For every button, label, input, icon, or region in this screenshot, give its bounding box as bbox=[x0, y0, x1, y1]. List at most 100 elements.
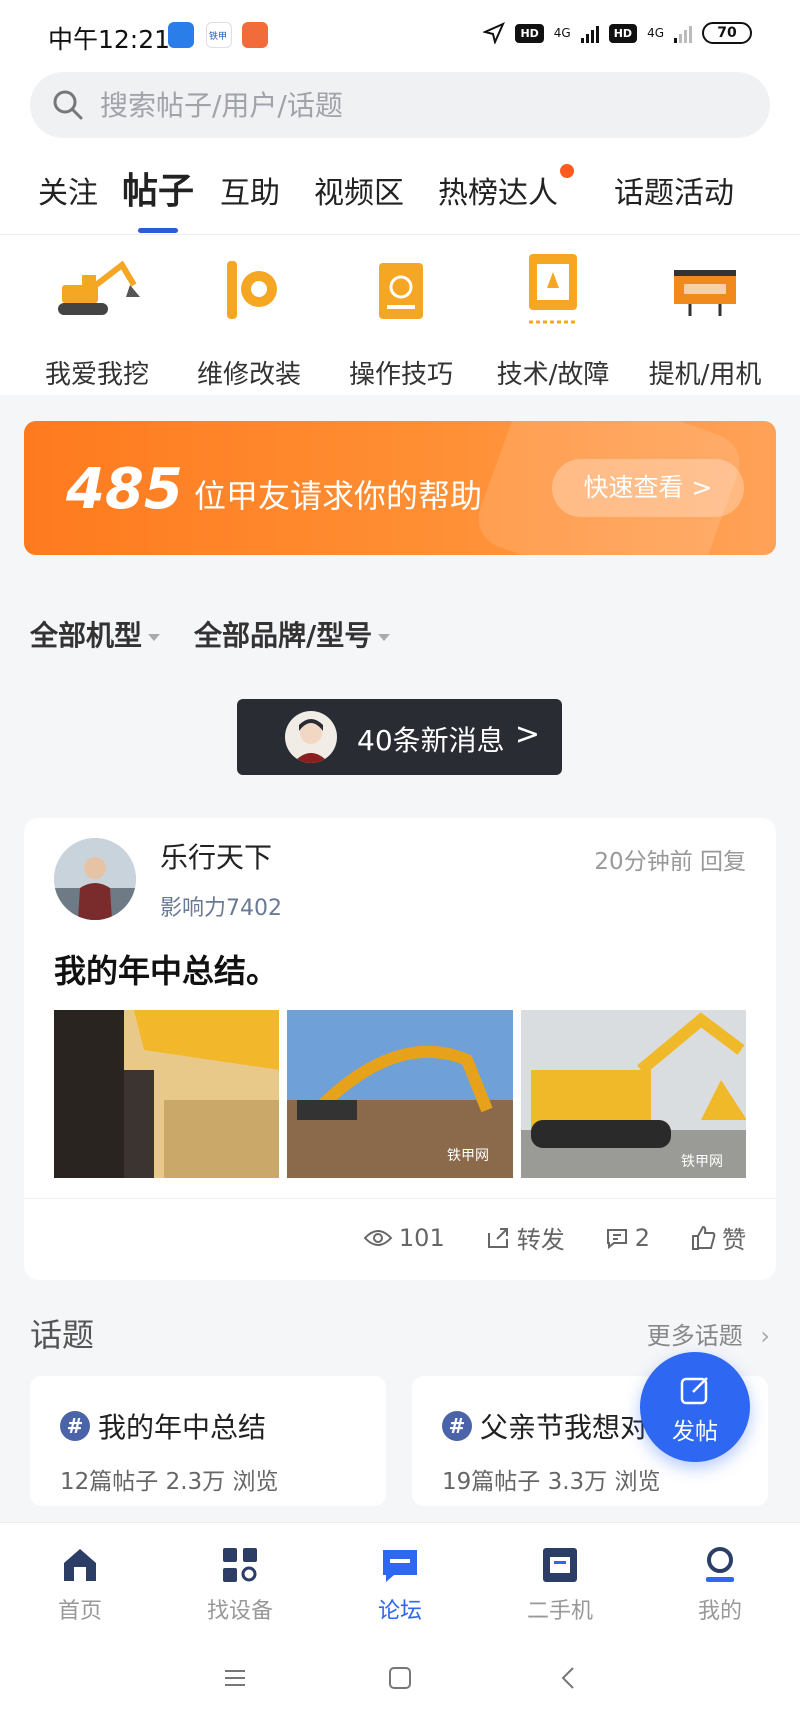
new-messages-button[interactable]: 40条新消息 > bbox=[237, 699, 562, 775]
brand-filter-dropdown[interactable]: 全部品牌/型号 bbox=[194, 614, 391, 654]
tab-follow[interactable]: 关注 bbox=[38, 168, 98, 212]
back-icon[interactable] bbox=[556, 1665, 582, 1691]
edit-icon bbox=[680, 1377, 708, 1405]
excavator-icon bbox=[22, 250, 172, 330]
help-request-count: 485 bbox=[66, 457, 183, 522]
hd-badge-2: HD bbox=[608, 23, 638, 43]
network-label-2: 4G bbox=[647, 26, 664, 40]
search-icon bbox=[53, 90, 83, 120]
tabs-divider bbox=[0, 234, 800, 235]
category-label: 我爱我挖 bbox=[44, 360, 149, 390]
battery-indicator: 70 bbox=[702, 22, 752, 44]
hd-badge: HD bbox=[515, 23, 544, 43]
status-time: 中午12:21 bbox=[48, 25, 171, 54]
caret-down-icon bbox=[148, 633, 161, 641]
tab-posts[interactable]: 帖子 bbox=[122, 162, 194, 214]
create-post-button[interactable]: 发帖 bbox=[640, 1352, 750, 1462]
category-skills[interactable]: 操作技巧 bbox=[326, 250, 476, 391]
nav-find-device[interactable]: 找设备 bbox=[160, 1523, 320, 1638]
profile-icon bbox=[706, 1547, 734, 1582]
post-stats: 101 转发 2 赞 bbox=[363, 1220, 746, 1255]
tiejia-notification-icon: 铁甲 bbox=[206, 22, 232, 48]
tab-video[interactable]: 视频区 bbox=[314, 168, 404, 212]
used-machine-icon bbox=[543, 1548, 577, 1582]
usage-report-icon bbox=[630, 250, 780, 330]
category-row: 我爱我挖 维修改装 操作技巧 技术/故障 提机/用机 bbox=[0, 250, 800, 390]
category-label: 维修改装 bbox=[196, 360, 301, 390]
manual-book-icon bbox=[326, 250, 476, 330]
comment-icon bbox=[606, 1228, 627, 1249]
post-title[interactable]: 我的年中总结。 bbox=[54, 946, 278, 992]
new-messages-label: 40条新消息 bbox=[357, 724, 505, 757]
message-sender-avatar bbox=[285, 711, 337, 763]
quick-view-button[interactable]: 快速查看 > bbox=[552, 459, 744, 517]
nav-forum[interactable]: 论坛 bbox=[320, 1523, 480, 1638]
like-button[interactable]: 赞 bbox=[690, 1220, 746, 1255]
fault-diagnosis-icon bbox=[478, 250, 628, 330]
location-icon bbox=[483, 22, 506, 44]
nav-label: 二手机 bbox=[526, 1599, 593, 1624]
topic-title: 我的年中总结 bbox=[98, 1411, 267, 1444]
comment-button[interactable]: 2 bbox=[605, 1224, 650, 1252]
help-request-banner[interactable]: 485 位甲友请求你的帮助 快速查看 > bbox=[24, 421, 776, 555]
signal-icon bbox=[580, 23, 599, 43]
category-excavator[interactable]: 我爱我挖 bbox=[22, 250, 172, 391]
category-label: 技术/故障 bbox=[496, 360, 610, 390]
hashtag-icon: # bbox=[442, 1411, 472, 1441]
svg-text:铁甲: 铁甲 bbox=[209, 30, 227, 42]
post-card[interactable]: 乐行天下 影响力7402 20分钟前 回复 我的年中总结。 铁甲网 铁甲网 10… bbox=[24, 818, 776, 1280]
tab-topic-events[interactable]: 话题活动 bbox=[614, 168, 734, 212]
post-photo-2[interactable]: 铁甲网 bbox=[287, 1010, 513, 1178]
topic-title: 父亲节我想对 bbox=[480, 1411, 649, 1444]
search-input[interactable] bbox=[100, 84, 740, 126]
more-topics-label: 更多话题 bbox=[646, 1322, 743, 1350]
topic-card[interactable]: # 我的年中总结 12篇帖子 2.3万 浏览 bbox=[30, 1376, 386, 1506]
views-stat: 101 bbox=[363, 1224, 445, 1252]
nav-home[interactable]: 首页 bbox=[0, 1523, 160, 1638]
post-photo-3[interactable]: 铁甲网 bbox=[520, 1010, 746, 1178]
system-navigation-bar bbox=[0, 1637, 800, 1733]
share-button[interactable]: 转发 bbox=[485, 1220, 565, 1255]
status-bar: 中午12:21 铁甲 HD 4G HD 4G 70 bbox=[0, 0, 800, 70]
status-right: HD 4G HD 4G 70 bbox=[483, 22, 752, 44]
post-divider bbox=[24, 1198, 776, 1199]
forum-icon bbox=[383, 1550, 417, 1582]
eye-icon bbox=[363, 1229, 393, 1246]
hot-list-badge-dot bbox=[560, 164, 574, 178]
hashtag-icon: # bbox=[60, 1411, 90, 1441]
caret-down-icon bbox=[378, 633, 391, 641]
author-name[interactable]: 乐行天下 bbox=[160, 836, 272, 876]
model-filter-label: 全部机型 bbox=[30, 619, 143, 652]
watermark-text: 铁甲网 bbox=[681, 1154, 723, 1170]
more-topics-link[interactable]: 更多话题 › bbox=[647, 1316, 770, 1351]
home-icon bbox=[64, 1549, 96, 1581]
find-device-icon bbox=[223, 1548, 257, 1582]
author-avatar[interactable] bbox=[54, 838, 136, 920]
network-label: 4G bbox=[553, 26, 571, 40]
category-fault[interactable]: 技术/故障 bbox=[478, 250, 628, 391]
nav-label: 我的 bbox=[697, 1599, 742, 1624]
help-request-text: 位甲友请求你的帮助 bbox=[194, 477, 483, 515]
home-square-icon[interactable] bbox=[387, 1665, 413, 1691]
topic-stats: 19篇帖子 3.3万 浏览 bbox=[442, 1469, 661, 1495]
topic-stats: 12篇帖子 2.3万 浏览 bbox=[60, 1469, 279, 1495]
menu-icon[interactable] bbox=[222, 1665, 248, 1691]
search-bar[interactable] bbox=[30, 72, 770, 138]
create-post-label: 发帖 bbox=[672, 1419, 718, 1445]
category-machine-usage[interactable]: 提机/用机 bbox=[630, 250, 780, 391]
category-repair[interactable]: 维修改装 bbox=[174, 250, 324, 391]
author-influence: 影响力7402 bbox=[160, 896, 282, 921]
tab-hot-list[interactable]: 热榜达人 bbox=[438, 168, 558, 212]
brand-filter-label: 全部品牌/型号 bbox=[194, 619, 373, 652]
model-filter-dropdown[interactable]: 全部机型 bbox=[30, 614, 161, 654]
post-photos: 铁甲网 铁甲网 bbox=[54, 1010, 746, 1178]
app-notification-icon bbox=[168, 22, 194, 48]
nav-profile[interactable]: 我的 bbox=[640, 1523, 800, 1638]
tab-mutual-help[interactable]: 互助 bbox=[220, 168, 280, 212]
nav-used-machine[interactable]: 二手机 bbox=[480, 1523, 640, 1638]
chevron-right-icon: › bbox=[760, 1322, 770, 1350]
category-label: 操作技巧 bbox=[348, 360, 453, 390]
post-photo-1[interactable] bbox=[54, 1010, 280, 1178]
post-time: 20分钟前 回复 bbox=[594, 849, 746, 875]
comment-count: 2 bbox=[634, 1223, 650, 1252]
